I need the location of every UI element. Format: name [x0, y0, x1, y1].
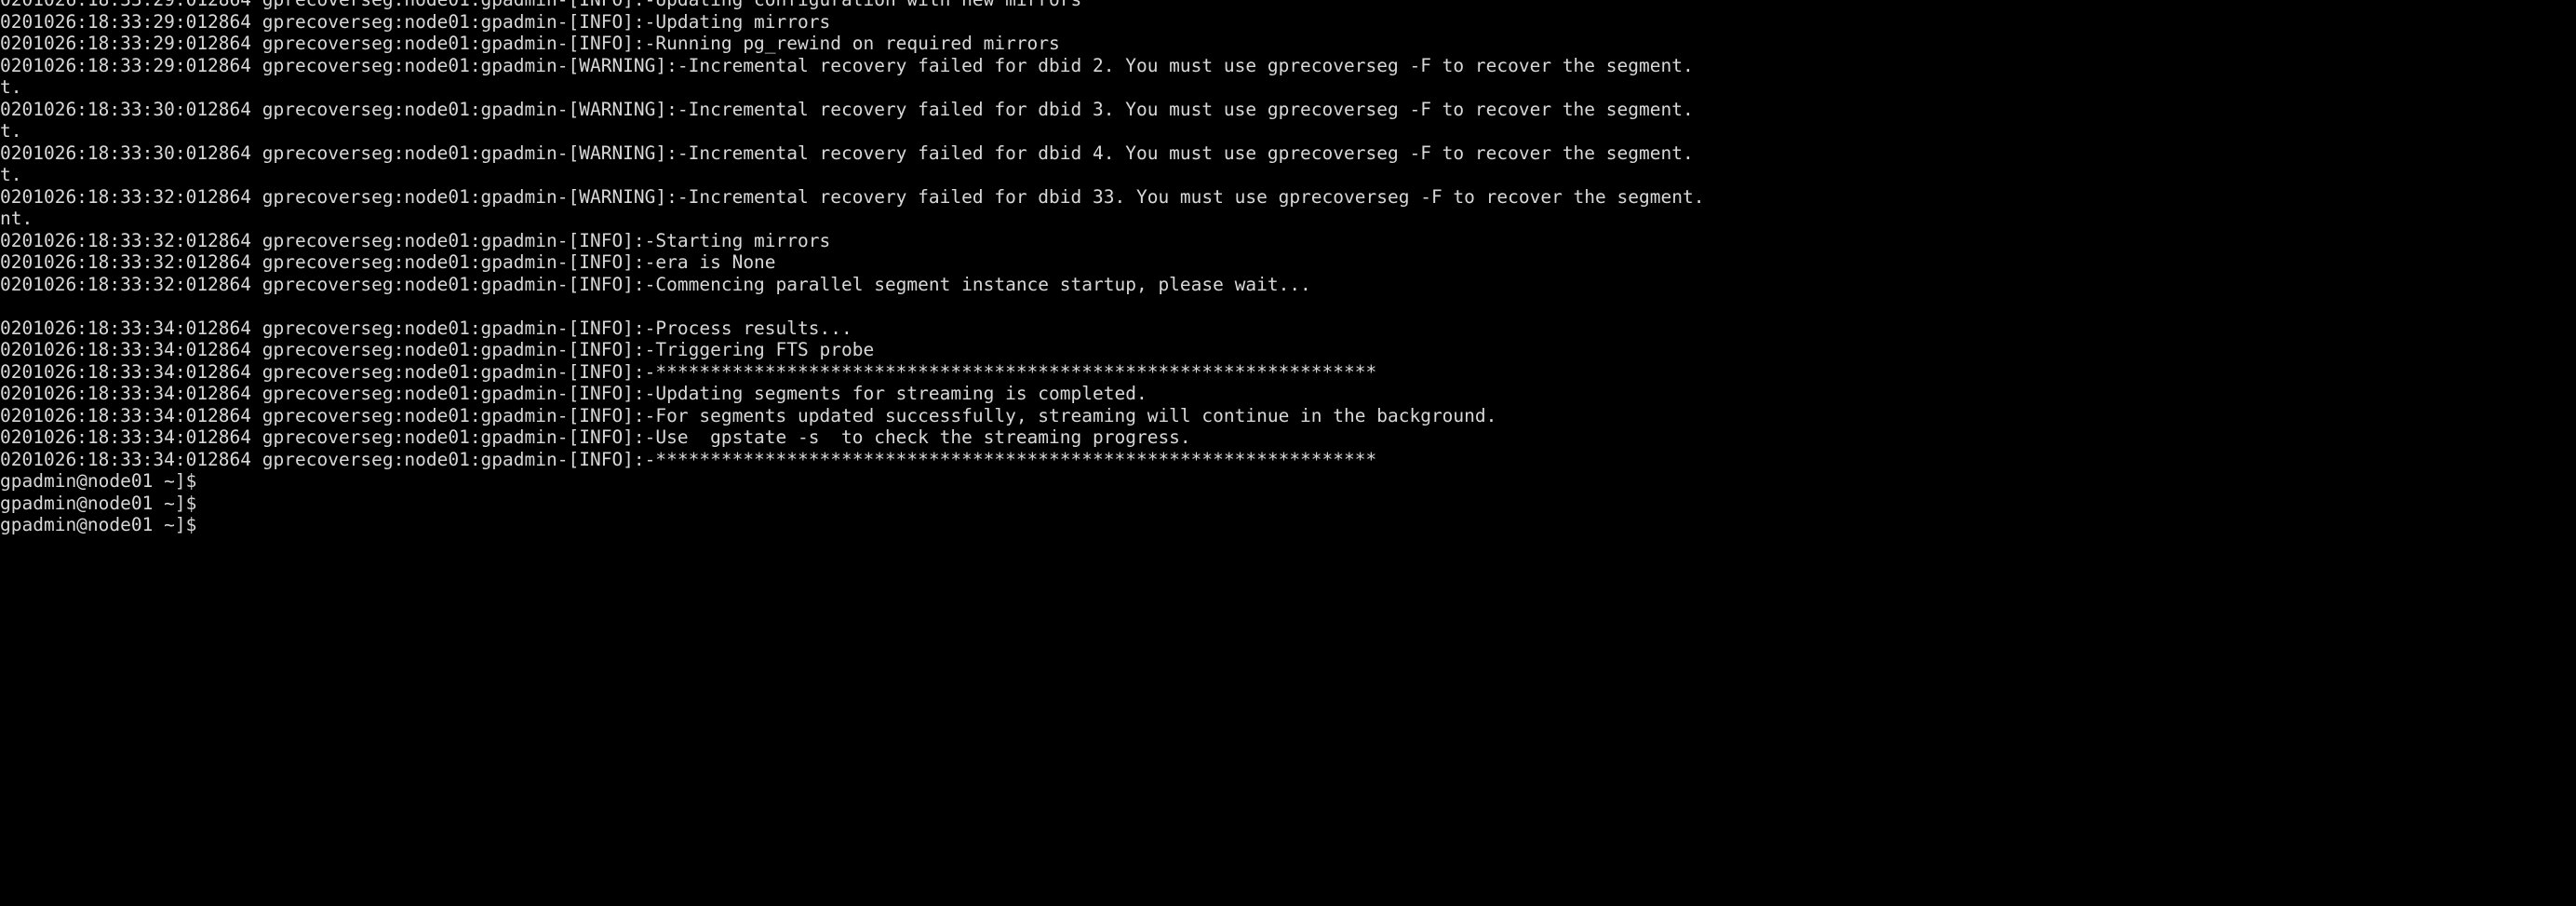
terminal-output-buffer[interactable]: 0201026:18:33:29:012864 gprecoverseg:nod…: [0, 0, 2576, 536]
log-info-line: 0201026:18:33:29:012864 gprecoverseg:nod…: [0, 0, 2576, 11]
log-wrapped-continuation-line: nt.: [0, 208, 34, 229]
log-info-line: 0201026:18:33:34:012864 gprecoverseg:nod…: [0, 317, 852, 339]
log-info-line: 0201026:18:33:29:012864 gprecoverseg:nod…: [0, 33, 1060, 54]
log-info-line: 0201026:18:33:32:012864 gprecoverseg:nod…: [0, 273, 1311, 295]
log-warning-line: 0201026:18:33:30:012864 gprecoverseg:nod…: [0, 98, 1694, 120]
log-info-line: 0201026:18:33:32:012864 gprecoverseg:nod…: [0, 251, 776, 273]
log-wrapped-continuation-line: t.: [0, 76, 22, 98]
log-info-line: 0201026:18:33:34:012864 gprecoverseg:nod…: [0, 383, 1147, 404]
log-info-line: 0201026:18:33:34:012864 gprecoverseg:nod…: [0, 426, 1191, 448]
log-separator-line: 0201026:18:33:34:012864 gprecoverseg:nod…: [0, 448, 1377, 470]
log-warning-line: 0201026:18:33:29:012864 gprecoverseg:nod…: [0, 54, 1694, 76]
log-info-line: 0201026:18:33:34:012864 gprecoverseg:nod…: [0, 404, 1497, 426]
log-warning-line: 0201026:18:33:30:012864 gprecoverseg:nod…: [0, 142, 1694, 164]
shell-prompt-line: gpadmin@node01 ~]$: [0, 492, 197, 514]
shell-prompt-line: gpadmin@node01 ~]$: [0, 470, 197, 492]
log-wrapped-continuation-line: t.: [0, 120, 22, 142]
log-separator-line: 0201026:18:33:34:012864 gprecoverseg:nod…: [0, 360, 1377, 383]
shell-prompt-line: gpadmin@node01 ~]$: [0, 514, 197, 535]
log-info-line: 0201026:18:33:34:012864 gprecoverseg:nod…: [0, 339, 875, 360]
log-warning-line: 0201026:18:33:32:012864 gprecoverseg:nod…: [0, 185, 1705, 208]
terminal-window[interactable]: 0201026:18:33:29:012864 gprecoverseg:nod…: [0, 0, 2576, 906]
log-info-line: 0201026:18:33:29:012864 gprecoverseg:nod…: [0, 10, 831, 33]
log-info-line: 0201026:18:33:32:012864 gprecoverseg:nod…: [0, 229, 831, 251]
log-wrapped-continuation-line: t.: [0, 164, 22, 185]
